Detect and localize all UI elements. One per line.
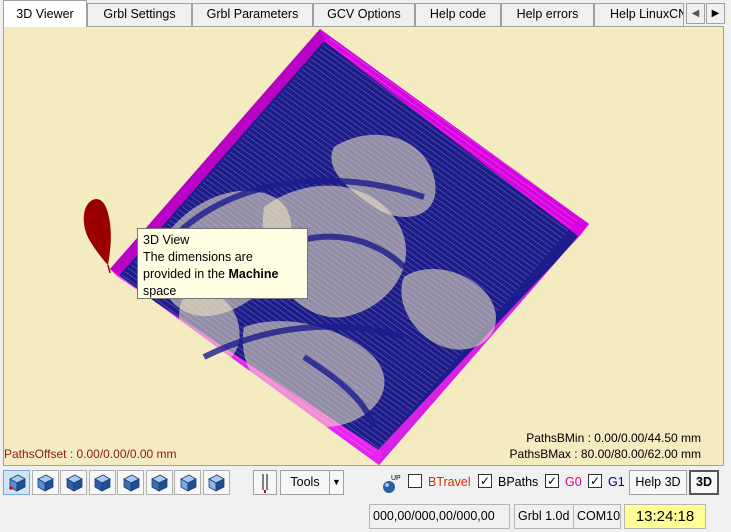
view-iso-button[interactable] (3, 470, 30, 495)
arrow-left-icon: ◀ (691, 8, 700, 19)
view-right-button[interactable] (145, 470, 173, 495)
help-3d-button[interactable]: Help 3D (629, 470, 687, 495)
view-back-button[interactable] (88, 470, 116, 495)
toolpath-render (83, 29, 589, 465)
tool-marker-icon (83, 199, 111, 265)
status-bar: 000,00/000,00/000,00 Grbl 1.0d COM10 13:… (0, 500, 731, 532)
view-front-button[interactable] (60, 470, 87, 495)
tooltip-line3: provided in the Machine (143, 267, 279, 281)
view-left-icon (122, 474, 140, 492)
tooltip-line4: space (143, 284, 177, 298)
app-window: 3D Viewer Grbl Settings Grbl Parameters … (0, 0, 731, 532)
paths-bmin-text: PathsBMin : 0.00/0.00/44.50 mm (526, 431, 701, 445)
view-front-icon (65, 474, 83, 492)
view-reset-icon (208, 474, 225, 492)
paths-bmax-text: PathsBMax : 80.00/80.00/62.00 mm (509, 447, 701, 461)
view-bottom-icon (179, 474, 197, 492)
tooltip-3d-view: 3D View The dimensions are provided in t… (137, 228, 308, 299)
tab-gcv-options[interactable]: GCV Options (313, 3, 415, 26)
tab-help-linuxcnc[interactable]: Help LinuxCNC (594, 3, 684, 26)
tooltip-line2: The dimensions are (143, 250, 253, 264)
view-bottom-button[interactable] (174, 470, 201, 495)
tab-scroll-right-button[interactable]: ▶ (706, 3, 725, 24)
bpaths-checkbox[interactable]: ✓ (478, 474, 492, 488)
arrow-right-icon: ▶ (711, 8, 720, 19)
svg-text:UP: UP (391, 475, 401, 482)
tab-scroll-left-button[interactable]: ◀ (686, 3, 705, 24)
3d-toggle-button[interactable]: 3D (689, 470, 719, 495)
tab-help-errors[interactable]: Help errors (501, 3, 594, 26)
bpaths-label: BPaths (498, 475, 539, 489)
probe-button[interactable] (253, 470, 277, 495)
tools-button[interactable]: Tools (280, 470, 330, 495)
grbl-version: Grbl 1.0d (514, 504, 574, 529)
lighting-up-icon[interactable]: UP (378, 472, 402, 494)
viewer-toolbar: Tools ▼ UP BTravel ✓ BPaths ✓ G0 ✓ G1 He… (0, 466, 731, 498)
tab-help-code[interactable]: Help code (415, 3, 501, 26)
g1-checkbox[interactable]: ✓ (588, 474, 602, 488)
3d-viewport[interactable]: 3D View The dimensions are provided in t… (3, 26, 724, 466)
view-left-button[interactable] (117, 470, 144, 495)
view-iso-icon (8, 474, 26, 492)
g1-label: G1 (608, 475, 625, 489)
paths-offset-text: PathsOffset : 0.00/0.00/0.00 mm (4, 447, 177, 461)
view-back-icon (94, 474, 111, 492)
view-right-icon (151, 474, 168, 492)
chevron-down-icon: ▼ (332, 477, 341, 487)
coords-readout: 000,00/000,00/000,00 (369, 504, 510, 529)
clock: 13:24:18 (624, 504, 706, 529)
tab-3d-viewer[interactable]: 3D Viewer (3, 0, 87, 27)
view-top-button[interactable] (31, 470, 59, 495)
tools-dropdown-button[interactable]: ▼ (329, 470, 344, 495)
btravel-checkbox[interactable] (408, 474, 422, 488)
view-reset-button[interactable] (202, 470, 230, 495)
com-port: COM10 (573, 504, 621, 529)
tab-bar: 3D Viewer Grbl Settings Grbl Parameters … (0, 0, 731, 27)
tab-grbl-parameters[interactable]: Grbl Parameters (192, 3, 313, 26)
view-top-icon (37, 474, 54, 492)
btravel-label: BTravel (428, 475, 471, 489)
tooltip-title: 3D View (143, 233, 190, 247)
g0-label: G0 (565, 475, 582, 489)
probe-icon (262, 474, 268, 493)
tooltip-machine: Machine (228, 267, 279, 281)
g0-checkbox[interactable]: ✓ (545, 474, 559, 488)
tab-grbl-settings[interactable]: Grbl Settings (87, 3, 192, 26)
